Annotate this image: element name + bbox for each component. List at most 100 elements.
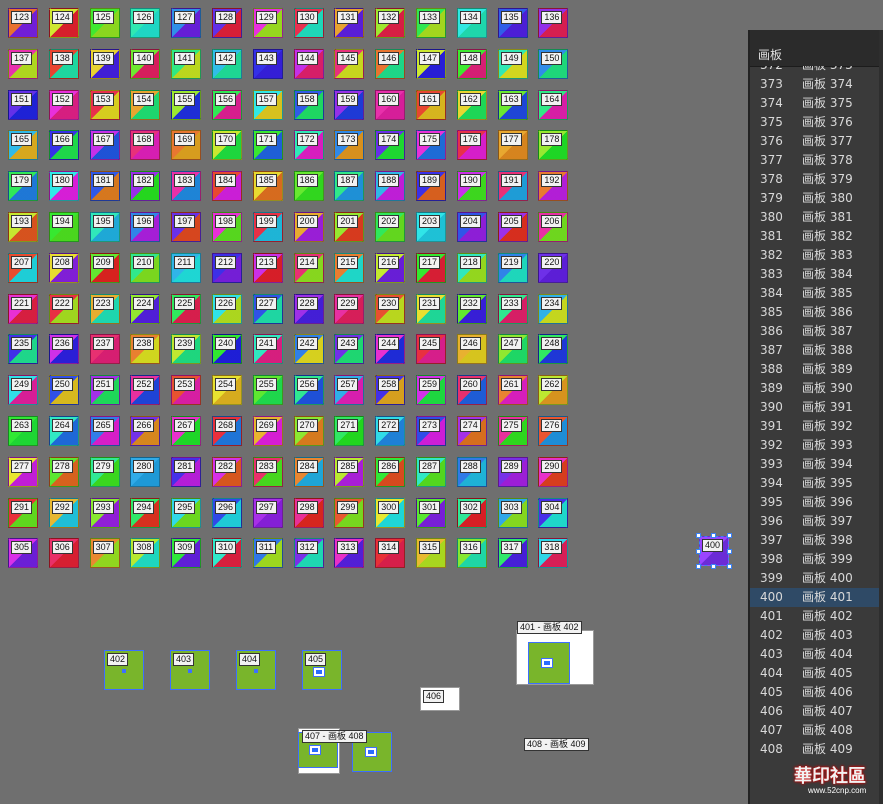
artboard-tile[interactable]: 269: [252, 416, 283, 446]
artboard-tile[interactable]: 198: [212, 212, 242, 242]
artboard-list-item[interactable]: 390 画板 391: [750, 398, 883, 417]
artboard-list-item[interactable]: 396 画板 397: [750, 512, 883, 531]
artboard-tile[interactable]: 203: [416, 212, 446, 242]
artboard-tile[interactable]: 251: [89, 375, 120, 406]
artboard-tile[interactable]: 253: [171, 375, 202, 406]
artboard-tile[interactable]: 218: [456, 252, 487, 283]
artboard-tile[interactable]: 132: [375, 8, 406, 38]
artboard-list[interactable]: 372 画板 373 373 画板 374 374 画板 375 375 画板 376 376 画…: [750, 66, 883, 804]
artboard-tile[interactable]: 194: [48, 212, 79, 242]
artboard-tile[interactable]: 165: [8, 130, 38, 161]
artboard-tile[interactable]: 156: [212, 89, 242, 120]
artboard-tile[interactable]: 315: [416, 538, 446, 569]
selection-handle[interactable]: [696, 533, 701, 538]
artboard-tile[interactable]: 314: [375, 538, 406, 569]
artboard-tile[interactable]: 257: [334, 375, 365, 406]
artboard-tile[interactable]: 219: [497, 252, 528, 283]
selection-handle[interactable]: [727, 549, 732, 554]
artboard-tile[interactable]: 239: [171, 334, 202, 365]
artboard-404[interactable]: 404: [236, 650, 276, 690]
anchor-handle[interactable]: [122, 669, 126, 673]
artboard-tile[interactable]: 217: [416, 252, 446, 283]
artboard-list-item[interactable]: 372 画板 373: [750, 66, 883, 75]
artboard-tile[interactable]: 229: [334, 293, 365, 324]
artboard-402-inner[interactable]: [528, 642, 570, 684]
artboard-tile[interactable]: 252: [130, 375, 161, 406]
panel-tab[interactable]: 画板: [750, 30, 883, 67]
artboard-tile[interactable]: 128: [212, 8, 242, 38]
artboard-list-item[interactable]: 394 画板 395: [750, 474, 883, 493]
artboard-tile[interactable]: 172: [293, 130, 324, 161]
selection-handle[interactable]: [727, 564, 732, 569]
artboard-403[interactable]: 403: [170, 650, 210, 690]
artboard-tile[interactable]: 144: [293, 48, 324, 79]
artboard-tile[interactable]: 175: [416, 130, 446, 161]
artboard-tile[interactable]: 281: [171, 456, 202, 487]
artboard-tile[interactable]: 160: [375, 89, 406, 120]
artboard-tile[interactable]: 267: [171, 416, 202, 446]
artboard-tile[interactable]: 195: [89, 212, 120, 242]
artboard-list-item[interactable]: 395 画板 396: [750, 493, 883, 512]
artboard-tile[interactable]: 266: [130, 416, 161, 446]
artboard-tile[interactable]: 158: [293, 89, 324, 120]
artboard-list-item[interactable]: 386 画板 387: [750, 322, 883, 341]
artboard-tile[interactable]: 200: [293, 212, 324, 242]
selection-handle[interactable]: [711, 533, 716, 538]
artboard-tile[interactable]: 164: [538, 89, 569, 120]
artboard-list-item[interactable]: 375 画板 376: [750, 113, 883, 132]
artboard-tile[interactable]: 301: [416, 497, 446, 528]
artboard-tile[interactable]: 312: [293, 538, 324, 569]
artboard-tile[interactable]: 310: [212, 538, 242, 569]
artboard-tile[interactable]: 141: [171, 48, 202, 79]
artboard-tile[interactable]: 221: [8, 293, 38, 324]
artboard-list-item[interactable]: 376 画板 377: [750, 132, 883, 151]
artboard-list-item[interactable]: 382 画板 383: [750, 246, 883, 265]
artboard-tile[interactable]: 291: [8, 497, 38, 528]
artboard-tile[interactable]: 187: [334, 171, 365, 202]
artboard-tile[interactable]: 296: [212, 497, 242, 528]
artboard-tile[interactable]: 212: [212, 252, 242, 283]
selection-handle[interactable]: [696, 564, 701, 569]
artboard-tile[interactable]: 232: [456, 293, 487, 324]
artboard-tile[interactable]: 235: [8, 334, 38, 365]
artboard-tile[interactable]: 231: [416, 293, 446, 324]
artboard-list-item[interactable]: 408 画板 409: [750, 740, 883, 759]
artboard-tile[interactable]: 286: [375, 456, 406, 487]
artboard-tile[interactable]: 173: [334, 130, 365, 161]
artboard-tile[interactable]: 316: [456, 538, 487, 569]
artboard-tile[interactable]: 298: [293, 497, 324, 528]
artboard-tile[interactable]: 294: [130, 497, 161, 528]
artboard-406[interactable]: 406: [420, 687, 460, 711]
artboard-tile[interactable]: 180: [48, 171, 79, 202]
artboard-tile[interactable]: 285: [334, 456, 365, 487]
artboard-tile[interactable]: 207: [8, 252, 38, 283]
artboard-tile[interactable]: 168: [130, 130, 161, 161]
artboard-tile[interactable]: 191: [497, 171, 528, 202]
artboard-list-item[interactable]: 402 画板 403: [750, 626, 883, 645]
artboard-tile[interactable]: 276: [538, 416, 569, 446]
artboard-405[interactable]: 405: [302, 650, 342, 690]
artboard-tile[interactable]: 255: [252, 375, 283, 406]
artboard-tile[interactable]: 142: [212, 48, 242, 79]
artboard-canvas[interactable]: 123 124 125 126 127 128 129 130 131 132 133 134 135 1…: [0, 0, 748, 804]
artboard-tile[interactable]: 305: [8, 538, 38, 569]
artboard-tile[interactable]: 189: [416, 171, 446, 202]
artboard-tile[interactable]: 313: [334, 538, 365, 569]
artboard-list-item[interactable]: 392 画板 393: [750, 436, 883, 455]
artboard-tile[interactable]: 259: [416, 375, 446, 406]
artboard-tile[interactable]: 240: [212, 334, 242, 365]
artboard-tile[interactable]: 287: [416, 456, 446, 487]
artboard-tile[interactable]: 262: [538, 375, 569, 406]
selection-handle[interactable]: [727, 533, 732, 538]
artboard-list-item[interactable]: 380 画板 381: [750, 208, 883, 227]
artboard-tile[interactable]: 238: [130, 334, 161, 365]
artboard-list-item[interactable]: 387 画板 388: [750, 341, 883, 360]
artboard-tile[interactable]: 136: [538, 8, 569, 38]
artboard-list-item[interactable]: 384 画板 385: [750, 284, 883, 303]
artboard-tile[interactable]: 147: [416, 48, 446, 79]
artboard-tile[interactable]: 181: [89, 171, 120, 202]
artboard-tile[interactable]: 130: [293, 8, 324, 38]
anchor-handle[interactable]: [188, 669, 192, 673]
artboard-tile[interactable]: 304: [538, 497, 569, 528]
artboard-tile[interactable]: 299: [334, 497, 365, 528]
